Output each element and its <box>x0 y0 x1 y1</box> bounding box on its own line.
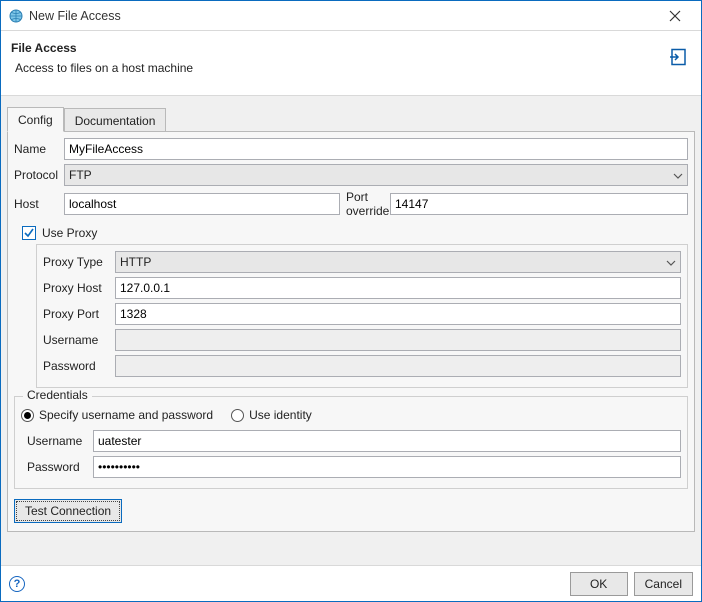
proxy-username-input[interactable] <box>115 329 681 351</box>
credentials-legend: Credentials <box>23 388 92 402</box>
proxy-username-label: Username <box>43 333 115 347</box>
import-icon <box>669 48 687 69</box>
ok-button[interactable]: OK <box>570 572 628 596</box>
proxy-host-input[interactable] <box>115 277 681 299</box>
tab-documentation[interactable]: Documentation <box>64 108 167 132</box>
protocol-label: Protocol <box>14 168 64 182</box>
host-input[interactable] <box>64 193 340 215</box>
cred-password-label: Password <box>27 460 93 474</box>
name-label: Name <box>14 142 64 156</box>
chevron-down-icon <box>673 168 683 182</box>
radio-specify[interactable]: Specify username and password <box>21 408 213 422</box>
test-connection-button[interactable]: Test Connection <box>14 499 122 523</box>
radio-specify-label: Specify username and password <box>39 408 213 422</box>
dialog-window: New File Access File Access Access to fi… <box>0 0 702 602</box>
tab-config[interactable]: Config <box>7 107 64 132</box>
proxy-password-label: Password <box>43 359 115 373</box>
protocol-value: FTP <box>69 168 92 182</box>
port-override-label: Port override <box>340 190 390 218</box>
cred-username-label: Username <box>27 434 93 448</box>
radio-identity[interactable]: Use identity <box>231 408 312 422</box>
header-subtitle: Access to files on a host machine <box>15 61 669 75</box>
use-proxy-checkbox[interactable] <box>22 226 36 240</box>
proxy-type-label: Proxy Type <box>43 255 115 269</box>
proxy-port-input[interactable] <box>115 303 681 325</box>
body: Config Documentation Name Protocol FTP H… <box>1 96 701 565</box>
host-label: Host <box>14 197 64 211</box>
globe-icon <box>9 9 23 23</box>
credentials-fieldset: Credentials Specify username and passwor… <box>14 396 688 489</box>
help-icon[interactable]: ? <box>9 576 25 592</box>
proxy-password-input[interactable] <box>115 355 681 377</box>
close-button[interactable] <box>655 2 695 30</box>
header-title: File Access <box>11 41 669 55</box>
proxy-group: Proxy Type HTTP Proxy Host Proxy Port <box>36 244 688 388</box>
tabstrip: Config Documentation <box>7 106 695 131</box>
port-override-input[interactable] <box>390 193 688 215</box>
chevron-down-icon <box>666 255 676 269</box>
proxy-type-value: HTTP <box>120 255 151 269</box>
tab-panel-config: Name Protocol FTP Host Port override <box>7 131 695 532</box>
protocol-select[interactable]: FTP <box>64 164 688 186</box>
proxy-type-select[interactable]: HTTP <box>115 251 681 273</box>
proxy-port-label: Proxy Port <box>43 307 115 321</box>
titlebar: New File Access <box>1 1 701 31</box>
window-title: New File Access <box>29 9 655 23</box>
cred-password-input[interactable] <box>93 456 681 478</box>
footer: ? OK Cancel <box>1 565 701 601</box>
header: File Access Access to files on a host ma… <box>1 31 701 96</box>
radio-identity-label: Use identity <box>249 408 312 422</box>
proxy-host-label: Proxy Host <box>43 281 115 295</box>
use-proxy-label: Use Proxy <box>42 226 97 240</box>
name-input[interactable] <box>64 138 688 160</box>
cancel-button[interactable]: Cancel <box>634 572 693 596</box>
cred-username-input[interactable] <box>93 430 681 452</box>
